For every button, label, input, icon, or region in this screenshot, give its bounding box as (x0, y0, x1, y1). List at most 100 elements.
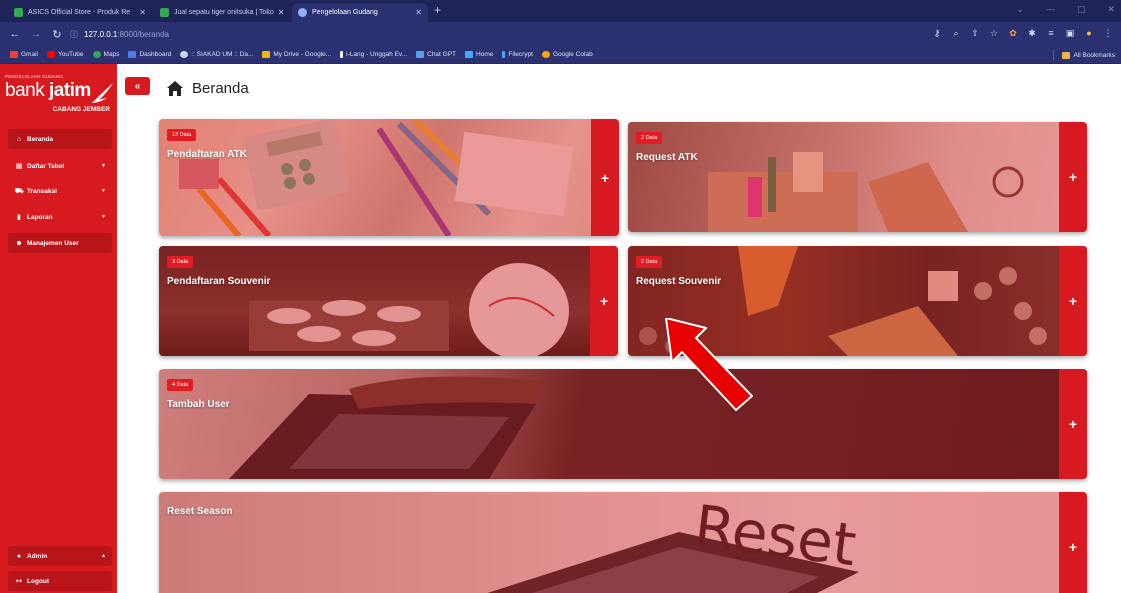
close-icon[interactable]: ✕ (274, 8, 284, 17)
file-icon: ▮ (17, 214, 21, 221)
bookmark-label: Gmail (21, 51, 38, 58)
browser-toolbar: ← → ↻ ⓘ 127.0.0.1:8000/beranda ⚷ ⌕ ⇪ ☆ ✿… (0, 22, 1121, 46)
all-bookmarks[interactable]: All Bookmarks (1053, 50, 1115, 60)
info-icon[interactable]: ⓘ (70, 29, 78, 40)
share-icon[interactable]: ⇪ (970, 27, 980, 39)
brand-branch: CABANG JEMBER (52, 106, 110, 113)
drive-icon (262, 51, 271, 58)
bookmark-item[interactable]: Google Colab (541, 51, 593, 58)
bookmark-label: YouTube (57, 51, 84, 58)
card-label: Tambah User (167, 399, 230, 410)
sidebar-item-label: Laporan (27, 213, 53, 221)
caret-down-icon: ▼ (101, 163, 106, 169)
card-label: Reset Season (167, 506, 233, 517)
youtube-icon (46, 51, 55, 58)
card-label: Pendaftaran Souvenir (167, 276, 271, 287)
window-controls: ⌄ — ▢ ✕ (1016, 4, 1115, 15)
puzzle-icon[interactable]: ✱ (1027, 27, 1037, 39)
brand-name-light: bank (5, 80, 49, 101)
sidebar-item-laporan[interactable]: ▮ Laporan ▼ (8, 207, 112, 227)
bookmark-item[interactable]: My Drive - Google... (262, 51, 331, 58)
count-badge: 2 Data (636, 256, 663, 268)
bookmark-item[interactable]: Chat GPT (416, 51, 456, 58)
brand-name-bold: jatim (48, 80, 91, 101)
menu-icon[interactable]: ⋮ (1103, 27, 1113, 39)
bookmark-label: Chat GPT (427, 51, 457, 58)
sidepanel-icon[interactable]: ▣ (1065, 27, 1075, 39)
count-badge: 13 Data (167, 129, 197, 141)
forward-icon[interactable]: → (30, 28, 42, 40)
queue-icon[interactable]: ≡ (1046, 27, 1056, 39)
bookmark-item[interactable]: i-Lang - Unggah Ev... (340, 51, 407, 58)
bookmark-item[interactable]: Filecrypt (502, 51, 533, 58)
zoom-icon[interactable]: ⌕ (951, 27, 961, 39)
bookmark-item[interactable]: YouTube (46, 51, 84, 58)
card-pendaftaran-atk[interactable]: + 13 Data Pendaftaran ATK (159, 119, 619, 236)
sidebar-item-transaksi[interactable]: ⛟ Transaksi ▼ (8, 181, 112, 201)
maps-icon (92, 51, 101, 58)
card-add-button[interactable]: + (1059, 492, 1087, 593)
card-reset-season[interactable]: Reset + Reset Season (159, 492, 1087, 593)
sidebar-toggle-button[interactable]: « (125, 77, 150, 95)
home-icon: ⌂ (16, 135, 22, 143)
back-icon[interactable]: ← (9, 28, 21, 40)
card-overlay (159, 119, 591, 236)
close-icon[interactable]: ✕ (135, 8, 146, 17)
browser-tab[interactable]: ASICS Official Store - Produk Re ✕ (8, 3, 152, 22)
card-pendaftaran-souvenir[interactable]: + 3 Data Pendaftaran Souvenir (159, 246, 618, 356)
close-icon[interactable]: ✕ (411, 8, 422, 17)
ilang-icon (340, 51, 344, 58)
bookmark-item[interactable]: :: SIAKAD UM :: Da... (180, 51, 253, 58)
card-request-atk[interactable]: + 2 Data Request ATK (628, 122, 1087, 232)
chevron-down-icon[interactable]: ⌄ (1016, 4, 1024, 15)
close-window-icon[interactable]: ✕ (1107, 4, 1115, 15)
sidebar: PENGELOLAAN GUDANG bank jatim CABANG JEM… (0, 64, 117, 593)
card-tambah-user[interactable]: + 4 Data Tambah User (159, 369, 1087, 479)
bookmark-item[interactable]: Gmail (10, 51, 38, 58)
bookmark-label: Google Colab (552, 51, 593, 58)
browser-tab[interactable]: Jual sepatu tiger onitsuka | Toko ✕ (154, 3, 284, 22)
sidebar-item-label: Manajemen User (27, 239, 79, 247)
sidebar-item-beranda[interactable]: ⌂ Beranda (8, 129, 112, 149)
chatgpt-icon (416, 51, 425, 58)
browser-tab-active[interactable]: Pengelolaan Gudang ✕ (292, 3, 428, 22)
new-tab-icon[interactable]: + (434, 3, 441, 17)
home-bookmark-icon (465, 51, 474, 58)
tab-title: Pengelolaan Gudang (312, 9, 378, 16)
card-add-button[interactable]: + (1059, 122, 1087, 232)
caret-down-icon: ▼ (101, 188, 106, 194)
logout-button[interactable]: ↦ Logout (8, 571, 112, 591)
card-add-button[interactable]: + (590, 246, 618, 356)
bookmark-item[interactable]: Dashboard (128, 51, 171, 58)
card-add-button[interactable]: + (1059, 246, 1087, 356)
tab-title: ASICS Official Store - Produk Re (28, 9, 131, 16)
cart-icon: ⛟ (15, 187, 24, 195)
brand-logo[interactable]: PENGELOLAAN GUDANG bank jatim CABANG JEM… (5, 74, 115, 124)
bookmark-label: Home (476, 51, 494, 58)
reload-icon[interactable]: ↻ (51, 28, 63, 41)
bookmark-label: :: SIAKAD UM :: Da... (191, 51, 254, 58)
bookmark-label: i-Lang - Unggah Ev... (346, 51, 408, 58)
dashboard-icon (128, 51, 137, 58)
bookmark-item[interactable]: Maps (92, 51, 120, 58)
count-badge: 4 Data (167, 379, 194, 391)
card-add-button[interactable]: + (1059, 369, 1087, 479)
bookmark-item[interactable]: Home (465, 51, 493, 58)
key-icon[interactable]: ⚷ (932, 27, 942, 39)
address-bar[interactable]: ⓘ 127.0.0.1:8000/beranda (70, 26, 920, 42)
globe-icon (180, 51, 189, 58)
home-icon (167, 81, 183, 96)
sidebar-item-manajemen-user[interactable]: ☻ Manajemen User (8, 233, 112, 253)
user-menu[interactable]: ● Admin ▲ (8, 546, 112, 566)
avatar[interactable]: ● (1084, 27, 1094, 39)
maximize-icon[interactable]: ▢ (1077, 4, 1086, 15)
bookmark-label: Maps (103, 51, 120, 58)
extension-icon[interactable]: ✿ (1008, 27, 1018, 39)
minimize-icon[interactable]: — (1046, 4, 1055, 15)
main-content: « Beranda + 13 Data Pendaftaran ATK + 2 … (117, 64, 1121, 593)
star-icon[interactable]: ☆ (989, 27, 999, 39)
all-bookmarks-label: All Bookmarks (1073, 51, 1115, 59)
card-label: Pendaftaran ATK (167, 149, 248, 160)
sidebar-item-daftar-tabel[interactable]: ▦ Daftar Tabel ▼ (8, 156, 112, 176)
card-add-button[interactable]: + (591, 119, 619, 236)
